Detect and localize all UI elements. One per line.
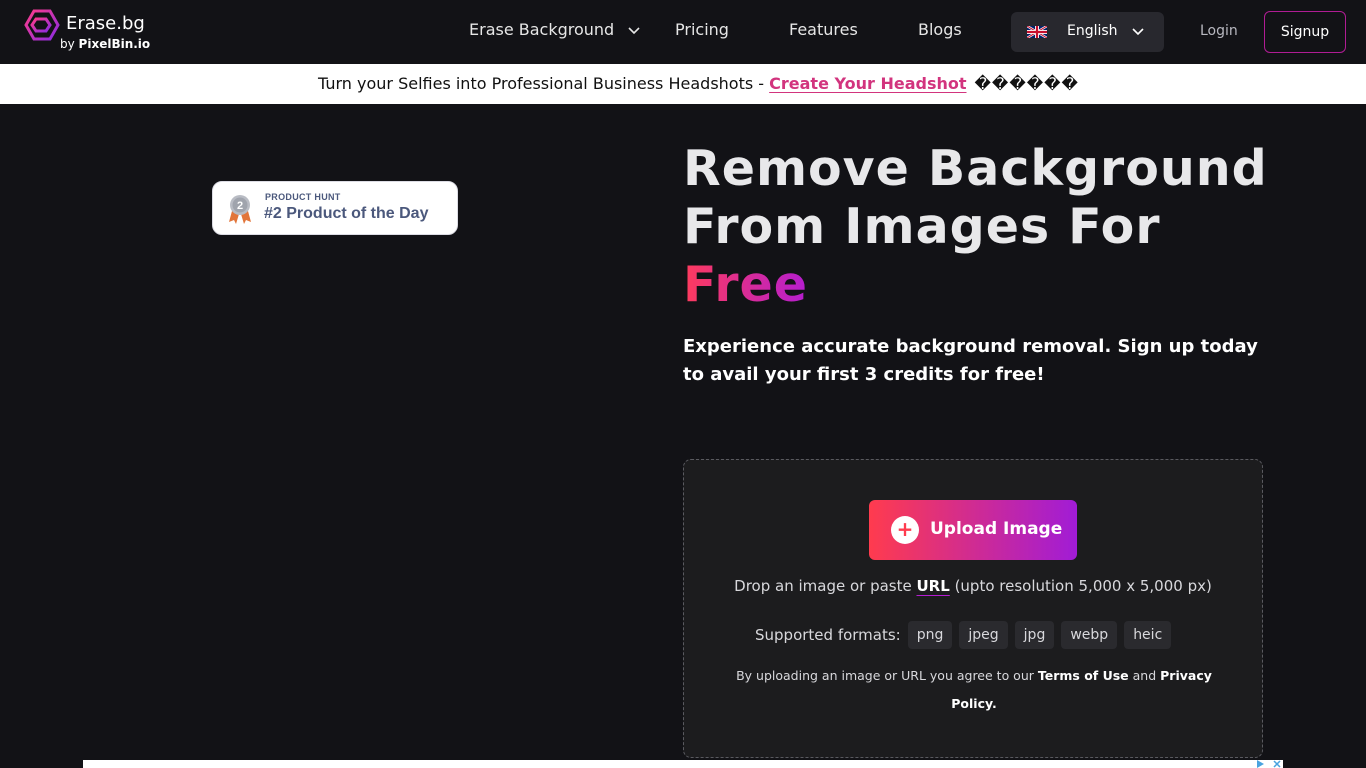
medal-icon: 2: [229, 195, 251, 224]
hero-title-line2: From Images For: [683, 198, 1161, 255]
plus-icon: +: [891, 516, 919, 544]
terms-and: and: [1128, 668, 1161, 683]
paste-url-link[interactable]: URL: [917, 577, 950, 595]
hero-title-line1: Remove Background: [683, 140, 1268, 197]
product-hunt-title: #2 Product of the Day: [264, 205, 429, 222]
medal-number: 2: [237, 200, 243, 212]
language-label: English: [1067, 23, 1118, 39]
login-link[interactable]: Login: [1200, 23, 1238, 39]
chevron-down-icon[interactable]: [628, 26, 640, 36]
formats-label: Supported formats:: [755, 626, 901, 644]
erase-bg-logo[interactable]: Erase.bg by PixelBin.io: [24, 9, 154, 55]
terms-prefix: By uploading an image or URL you agree t…: [736, 668, 1038, 683]
drop-instructions: Drop an image or paste URL (upto resolut…: [684, 577, 1262, 595]
format-tag-png: png: [907, 621, 953, 649]
product-hunt-kicker: PRODUCT HUNT: [265, 192, 341, 202]
nav-pricing[interactable]: Pricing: [675, 20, 729, 39]
signup-button[interactable]: Signup: [1264, 11, 1346, 53]
terms-of-use-link[interactable]: Terms of Use: [1038, 668, 1129, 683]
ad-banner[interactable]: [83, 760, 1283, 768]
product-hunt-badge[interactable]: 2 PRODUCT HUNT #2 Product of the Day: [212, 181, 458, 235]
promo-banner: Turn your Selfies into Professional Busi…: [0, 64, 1366, 104]
upload-terms: By uploading an image or URL you agree t…: [724, 662, 1224, 718]
drop-prefix: Drop an image or paste: [734, 577, 917, 595]
nav-erase-background[interactable]: Erase Background: [469, 20, 614, 39]
banner-text: Turn your Selfies into Professional Busi…: [318, 74, 770, 93]
hero-title: Remove Background From Images For Free: [683, 140, 1303, 314]
upload-image-button[interactable]: + Upload Image: [869, 500, 1077, 560]
top-header: Erase.bg by PixelBin.io Erase Background…: [0, 0, 1366, 64]
uk-flag-icon: [1027, 26, 1047, 38]
upload-dropzone[interactable]: + Upload Image Drop an image or paste UR…: [683, 459, 1263, 758]
logo-sub-prefix: by: [60, 37, 79, 51]
banner-emoji: ������: [974, 74, 1079, 93]
format-tag-jpeg: jpeg: [959, 621, 1008, 649]
supported-formats: Supported formats: png jpeg jpg webp heic: [755, 621, 1178, 649]
banner-content: Turn your Selfies into Professional Busi…: [318, 74, 1079, 93]
create-headshot-link[interactable]: Create Your Headshot: [769, 74, 966, 93]
nav-features[interactable]: Features: [789, 20, 858, 39]
hero-subtitle: Experience accurate background removal. …: [683, 336, 1258, 385]
ad-close-icon[interactable]: [1254, 760, 1284, 768]
logo-mark-icon: [24, 9, 60, 41]
format-tag-jpg: jpg: [1014, 621, 1055, 649]
logo-sub-brand: PixelBin.io: [78, 37, 151, 51]
logo-sub: by PixelBin.io: [60, 37, 150, 51]
format-tag-heic: heic: [1124, 621, 1172, 649]
chevron-down-icon: [1132, 28, 1144, 36]
drop-suffix: (upto resolution 5,000 x 5,000 px): [949, 577, 1212, 595]
language-selector[interactable]: English: [1011, 12, 1164, 52]
logo-name: Erase.bg: [66, 13, 145, 34]
nav-blogs[interactable]: Blogs: [918, 20, 962, 39]
upload-button-label: Upload Image: [930, 519, 1063, 539]
hero-title-highlight: Free: [683, 256, 808, 313]
format-tag-webp: webp: [1061, 621, 1118, 649]
